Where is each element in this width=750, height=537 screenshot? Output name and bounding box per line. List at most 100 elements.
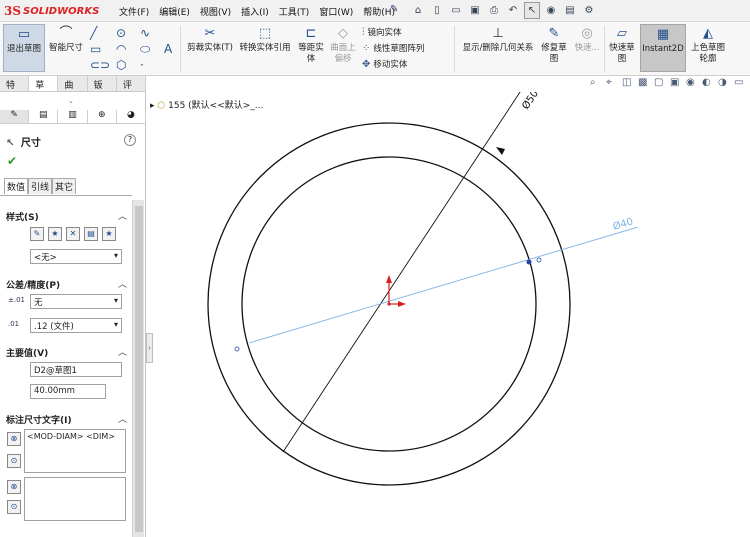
- delete-style-icon[interactable]: ✕: [66, 227, 80, 241]
- inner-diameter-label[interactable]: Ø40: [611, 215, 634, 233]
- linear-pattern-button[interactable]: ⁘ 线性草图阵列: [362, 42, 424, 55]
- dimension-value-field[interactable]: 40.00mm: [30, 384, 106, 399]
- circle-icon[interactable]: ⊙: [116, 26, 126, 40]
- instant2d-button[interactable]: ▦ Instant2D: [640, 24, 686, 72]
- save-style-icon[interactable]: ▤: [84, 227, 98, 241]
- tab-features[interactable]: 特征: [0, 76, 30, 104]
- panel-resize-handle[interactable]: ⌄: [68, 97, 74, 105]
- apply-default-style-icon[interactable]: ✎: [30, 227, 44, 241]
- dimension-text-options-icon[interactable]: ⊗: [7, 432, 21, 446]
- display-relations-button[interactable]: ⊥ 显示/删除几何关系: [458, 24, 538, 72]
- trim-entities-button[interactable]: ✂ 剪裁实体(T): [184, 24, 236, 72]
- previous-view-icon[interactable]: ◫: [622, 77, 631, 88]
- polygon-icon[interactable]: ⬡: [116, 58, 126, 72]
- line-icon[interactable]: ╱: [90, 26, 97, 40]
- outer-diameter-label[interactable]: Ø50: [520, 92, 541, 112]
- zoom-fit-icon[interactable]: ⌕: [590, 77, 596, 88]
- dimxpert-tab-icon[interactable]: ⊕: [88, 110, 117, 123]
- rebuild-traffic-light-icon[interactable]: ◉: [543, 2, 559, 19]
- display-manager-tab-icon[interactable]: ◕: [117, 110, 147, 123]
- dimension-name-field[interactable]: D2@草图1: [30, 362, 122, 377]
- spline-icon[interactable]: ∿: [140, 26, 150, 40]
- select-cursor-icon[interactable]: ↖: [524, 2, 540, 19]
- offset-on-surface-button[interactable]: ◇ 曲面上偏移: [328, 24, 358, 72]
- dimension-text-format-icon[interactable]: ⊙: [7, 454, 21, 468]
- help-button[interactable]: ?: [124, 134, 136, 146]
- open-folder-icon[interactable]: ▭: [448, 2, 464, 19]
- view-settings-icon[interactable]: ▭: [734, 77, 743, 88]
- menu-view[interactable]: 视图(V): [195, 5, 236, 18]
- ellipse-icon[interactable]: ⬭: [140, 42, 150, 57]
- dimension-text-options-icon[interactable]: ⊗: [7, 480, 21, 494]
- subtab-leaders[interactable]: 引线: [28, 178, 53, 194]
- mirror-entities-button[interactable]: ⫶ 镜向实体: [362, 26, 402, 39]
- smart-dimension-button[interactable]: ⌒ 智能尺寸: [46, 24, 86, 72]
- property-manager-tab-icon[interactable]: ✎: [0, 110, 30, 123]
- feature-manager-tab-icon[interactable]: ▤: [29, 110, 59, 123]
- repair-sketch-button[interactable]: ✎ 修复草图: [538, 24, 570, 72]
- subtab-value[interactable]: 数值: [4, 178, 29, 194]
- options-gear-icon[interactable]: ⚙: [581, 2, 597, 19]
- edit-appearance-icon[interactable]: ◐: [702, 77, 711, 88]
- dimension-handle-point[interactable]: [526, 259, 532, 265]
- slot-icon[interactable]: ⊂⊃: [90, 58, 110, 72]
- dimension-text-format-icon[interactable]: ⊙: [7, 500, 21, 514]
- new-document-icon[interactable]: ▯: [429, 2, 445, 19]
- text-icon[interactable]: A: [164, 42, 172, 56]
- save-icon[interactable]: ▣: [467, 2, 483, 19]
- chevron-up-icon[interactable]: ︿: [118, 412, 127, 425]
- dimension-handle-point[interactable]: [234, 346, 240, 352]
- tab-evaluate[interactable]: 评估: [117, 76, 147, 104]
- file-properties-icon[interactable]: ▤: [562, 2, 578, 19]
- shaded-sketch-contours-button[interactable]: ◭ 上色草图轮廓: [688, 24, 728, 72]
- tab-surfaces[interactable]: 曲面: [58, 76, 88, 104]
- tab-sketch[interactable]: 草图: [29, 76, 59, 104]
- style-select[interactable]: <无> ▾: [30, 249, 122, 264]
- quick-snaps-button[interactable]: ◎ 快速...: [572, 24, 602, 72]
- display-style-icon[interactable]: ▣: [670, 77, 679, 88]
- menu-file[interactable]: 文件(F): [114, 5, 154, 18]
- section-view-icon[interactable]: ▩: [638, 77, 647, 88]
- zoom-area-icon[interactable]: ⌖: [606, 77, 612, 88]
- undo-icon[interactable]: ↶: [505, 2, 521, 19]
- tolerance-type-select[interactable]: 无 ▾: [30, 294, 122, 309]
- inner-dimension-line[interactable]: [248, 226, 639, 344]
- rectangle-icon[interactable]: ▭: [90, 42, 101, 56]
- precision-select[interactable]: .12 (文件) ▾: [30, 318, 122, 333]
- menu-insert[interactable]: 插入(I): [236, 5, 274, 18]
- point-icon[interactable]: ·: [140, 58, 144, 72]
- menu-edit[interactable]: 编辑(E): [154, 5, 195, 18]
- menu-window[interactable]: 窗口(W): [314, 5, 358, 18]
- load-style-icon[interactable]: ★: [102, 227, 116, 241]
- hide-show-items-icon[interactable]: ◉: [686, 77, 695, 88]
- home-icon[interactable]: ⌂: [410, 2, 426, 19]
- move-entities-button[interactable]: ✥ 移动实体: [362, 58, 407, 71]
- chevron-up-icon[interactable]: ︿: [118, 345, 127, 358]
- configuration-manager-tab-icon[interactable]: ▥: [58, 110, 88, 123]
- pm-scrollbar[interactable]: [132, 200, 144, 537]
- apply-scene-icon[interactable]: ◑: [718, 77, 727, 88]
- dimension-handle-point[interactable]: [536, 257, 542, 263]
- pm-scrollbar-thumb[interactable]: [135, 206, 143, 532]
- arc-icon[interactable]: ◠: [116, 42, 126, 56]
- tab-sheet-metal[interactable]: 钣金: [88, 76, 117, 104]
- dimension-text-area-lower[interactable]: [24, 477, 126, 521]
- print-icon[interactable]: ⎙: [486, 2, 502, 19]
- origin-point[interactable]: [387, 302, 391, 306]
- ok-checkmark-button[interactable]: ✔: [7, 154, 17, 168]
- sketch-canvas[interactable]: Ø50 Ø40: [146, 92, 750, 537]
- separator: [604, 26, 605, 72]
- view-orientation-icon[interactable]: ▢: [654, 77, 663, 88]
- offset-entities-button[interactable]: ⊏ 等距实体: [296, 24, 326, 72]
- menu-tools[interactable]: 工具(T): [274, 5, 315, 18]
- subtab-other[interactable]: 其它: [52, 178, 77, 194]
- convert-entities-button[interactable]: ⬚ 转换实体引用: [236, 24, 294, 72]
- chevron-up-icon[interactable]: ︿: [118, 277, 127, 290]
- chevron-up-icon[interactable]: ︿: [118, 209, 127, 222]
- dimension-text-area[interactable]: <MOD-DIAM> <DIM>: [24, 429, 126, 473]
- exit-sketch-button[interactable]: ▭ 退出草图: [3, 24, 45, 72]
- solidworks-logo[interactable]: 3S SOLIDWORKS: [4, 4, 99, 18]
- rapid-sketch-button[interactable]: ▱ 快速草图: [606, 24, 638, 72]
- add-style-icon[interactable]: ★: [48, 227, 62, 241]
- pin-icon[interactable]: ✎: [390, 4, 398, 15]
